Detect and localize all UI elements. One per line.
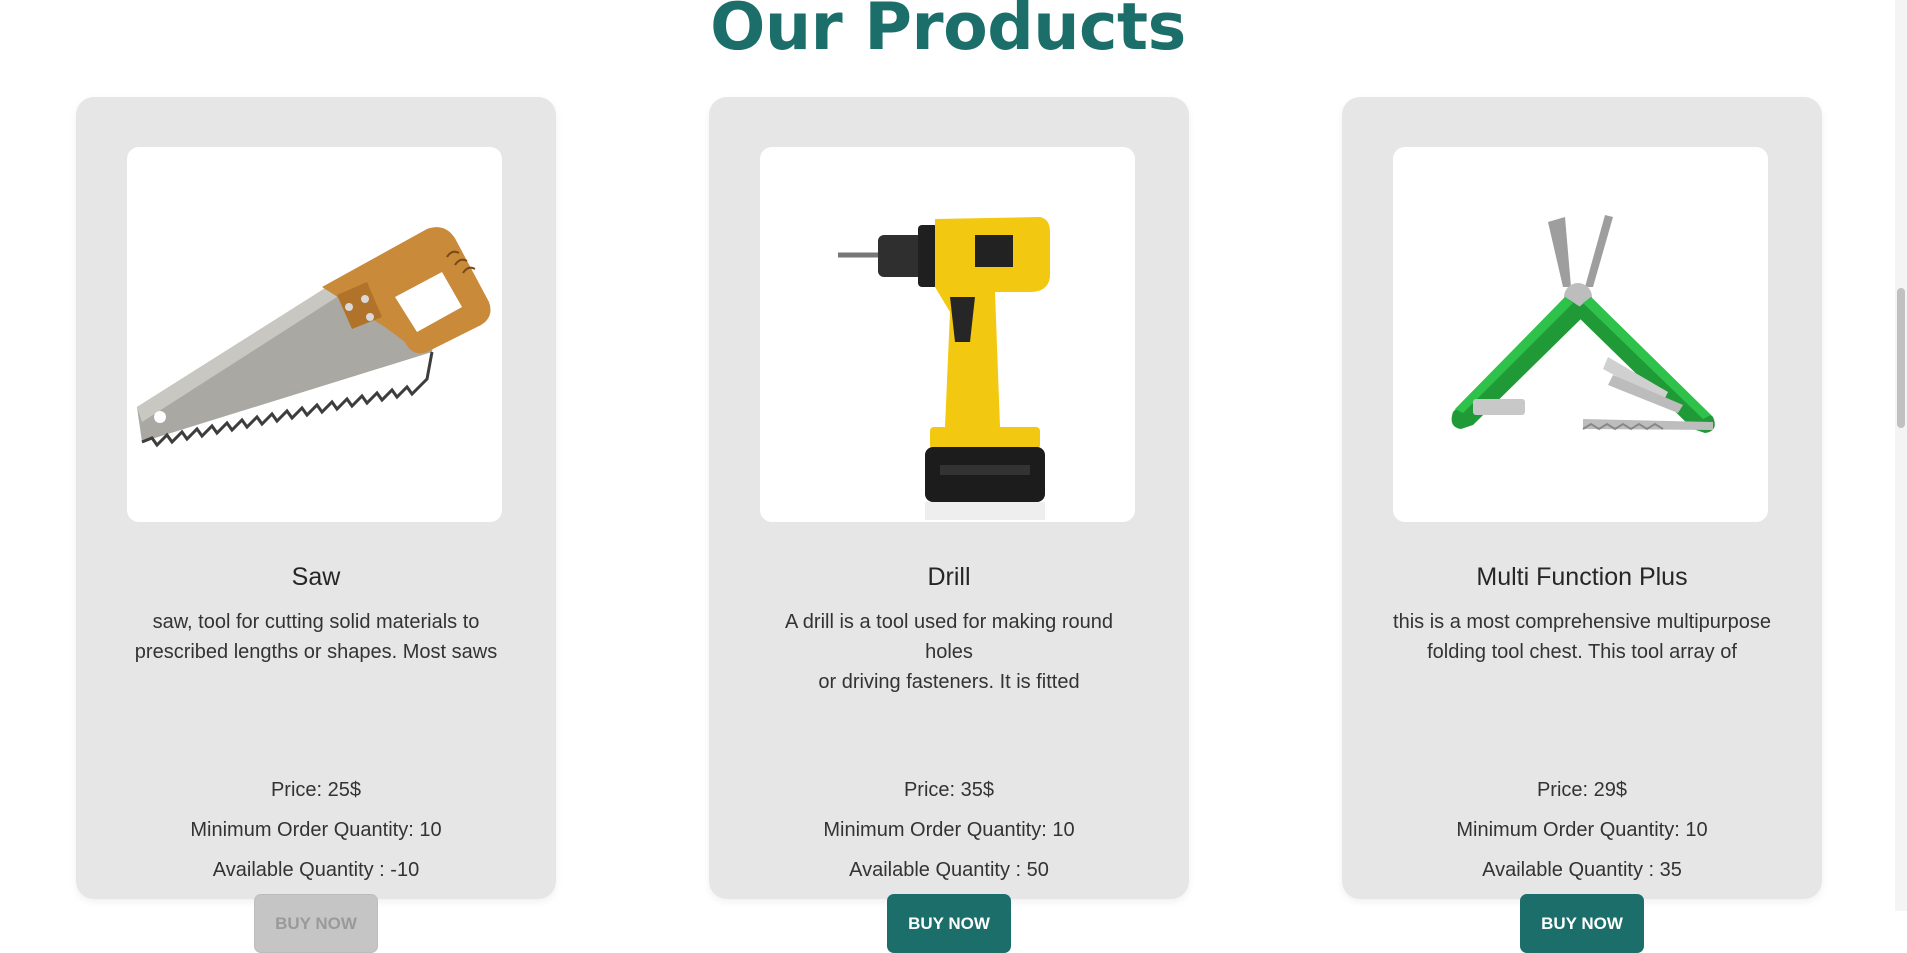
drill-icon bbox=[838, 217, 1050, 520]
vertical-scrollbar[interactable] bbox=[1895, 0, 1907, 911]
scrollbar-thumb[interactable] bbox=[1897, 288, 1905, 428]
product-card-saw: Saw saw, tool for cutting solid material… bbox=[76, 97, 556, 953]
product-card-multi-function-plus: Multi Function Plus this is a most compr… bbox=[1342, 97, 1822, 953]
description-line: A drill is a tool used for making round … bbox=[785, 611, 1113, 663]
description-line: or driving fasteners. It is fitted bbox=[818, 671, 1080, 693]
product-price: Price: 29$ bbox=[1536, 779, 1628, 801]
product-min-order: Minimum Order Quantity: 10 bbox=[1456, 819, 1708, 841]
multitool-icon bbox=[1451, 215, 1715, 433]
buy-now-button-disabled[interactable]: BUY NOW bbox=[254, 894, 378, 953]
product-description: this is a most comprehensive multipurpos… bbox=[1392, 607, 1772, 667]
product-price: Price: 35$ bbox=[903, 779, 995, 801]
product-min-order: Minimum Order Quantity: 10 bbox=[190, 819, 442, 841]
description-line: prescribed lengths or shapes. Most saws bbox=[134, 641, 498, 663]
product-price: Price: 25$ bbox=[270, 779, 362, 801]
buy-now-button[interactable]: BUY NOW bbox=[887, 894, 1011, 953]
product-description: saw, tool for cutting solid materials to… bbox=[126, 607, 506, 667]
product-image-saw bbox=[127, 147, 502, 522]
product-card-drill: Drill A drill is a tool used for making … bbox=[709, 97, 1189, 953]
product-available-quantity: Available Quantity : 35 bbox=[1482, 859, 1682, 881]
description-line: folding tool chest. This tool array of bbox=[1427, 641, 1737, 663]
product-image-drill bbox=[760, 147, 1135, 522]
product-available-quantity: Available Quantity : -10 bbox=[212, 859, 420, 881]
product-name: Drill bbox=[927, 563, 971, 591]
description-line: saw, tool for cutting solid materials to bbox=[152, 611, 480, 633]
product-available-quantity: Available Quantity : 50 bbox=[849, 859, 1049, 881]
product-image-multitool bbox=[1393, 147, 1768, 522]
page-title: Our Products bbox=[710, 0, 1186, 65]
product-name: Multi Function Plus bbox=[1476, 563, 1688, 591]
description-line: this is a most comprehensive multipurpos… bbox=[1393, 611, 1771, 633]
product-name: Saw bbox=[291, 563, 341, 591]
buy-now-button[interactable]: BUY NOW bbox=[1520, 894, 1644, 953]
product-description: A drill is a tool used for making round … bbox=[759, 607, 1139, 697]
product-min-order: Minimum Order Quantity: 10 bbox=[823, 819, 1075, 841]
saw-icon bbox=[137, 227, 491, 448]
